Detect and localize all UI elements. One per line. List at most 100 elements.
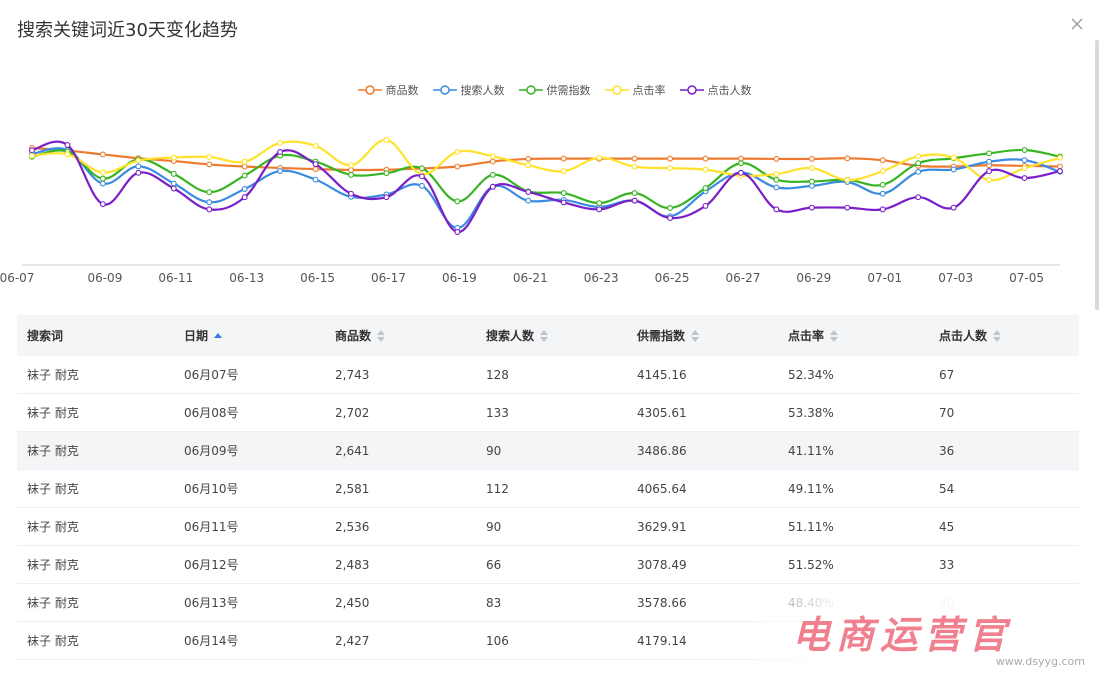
data-point[interactable]	[277, 140, 284, 146]
legend-item-products[interactable]: 商品数	[357, 80, 419, 100]
column-header-products[interactable]: 商品数	[325, 327, 476, 344]
data-point[interactable]	[489, 153, 496, 160]
column-header-clickers[interactable]: 点击人数	[929, 327, 1079, 344]
data-point[interactable]	[596, 206, 603, 213]
data-point[interactable]	[170, 170, 177, 177]
data-point[interactable]	[525, 162, 532, 169]
data-point[interactable]	[986, 150, 993, 157]
data-point[interactable]	[206, 154, 213, 160]
legend-item-searchers[interactable]: 搜索人数	[432, 80, 505, 100]
data-point[interactable]	[560, 199, 567, 206]
data-point[interactable]	[560, 190, 567, 197]
data-point[interactable]	[241, 172, 248, 179]
data-point[interactable]	[348, 171, 354, 178]
data-point[interactable]	[773, 176, 780, 183]
data-point[interactable]	[312, 166, 319, 173]
data-point[interactable]	[844, 204, 851, 211]
data-point[interactable]	[454, 148, 461, 155]
data-point[interactable]	[135, 169, 142, 176]
data-point[interactable]	[738, 155, 744, 162]
data-point[interactable]	[206, 199, 213, 206]
data-point[interactable]	[950, 204, 957, 211]
data-point[interactable]	[986, 168, 993, 175]
data-point[interactable]	[986, 158, 993, 165]
data-point[interactable]	[29, 147, 35, 154]
data-point[interactable]	[808, 155, 815, 162]
data-point[interactable]	[99, 180, 106, 187]
column-header-searchers[interactable]: 搜索人数	[476, 327, 627, 344]
data-point[interactable]	[383, 170, 390, 177]
data-point[interactable]	[631, 197, 638, 204]
sort-icon[interactable]	[691, 329, 700, 342]
data-point[interactable]	[312, 142, 319, 149]
data-point[interactable]	[631, 155, 638, 162]
data-point[interactable]	[915, 168, 922, 175]
data-point[interactable]	[383, 137, 390, 143]
data-point[interactable]	[667, 205, 674, 211]
data-point[interactable]	[773, 206, 780, 213]
data-point[interactable]	[525, 155, 532, 162]
data-point[interactable]	[1021, 165, 1028, 172]
data-point[interactable]	[241, 186, 248, 192]
data-point[interactable]	[418, 182, 425, 189]
data-point[interactable]	[773, 184, 780, 191]
sort-icon[interactable]	[830, 329, 839, 342]
data-point[interactable]	[808, 204, 815, 211]
sort-icon[interactable]	[993, 329, 1002, 342]
data-point[interactable]	[702, 155, 709, 162]
data-point[interactable]	[241, 163, 248, 170]
table-row[interactable]: 袜子 耐克 06月10号 2,581 112 4065.64 49.11% 54	[17, 470, 1079, 508]
data-point[interactable]	[277, 168, 284, 175]
column-header-date[interactable]: 日期	[174, 327, 325, 344]
data-point[interactable]	[1057, 154, 1063, 161]
data-point[interactable]	[915, 160, 922, 167]
data-point[interactable]	[525, 189, 532, 195]
data-point[interactable]	[738, 160, 744, 167]
sort-icon[interactable]	[377, 329, 386, 342]
data-point[interactable]	[383, 194, 390, 201]
sort-icon[interactable]	[540, 329, 549, 342]
table-row[interactable]: 袜子 耐克 06月09号 2,641 90 3486.86 41.11% 36	[17, 432, 1079, 470]
data-point[interactable]	[64, 142, 71, 148]
data-point[interactable]	[99, 201, 106, 208]
table-row[interactable]: 袜子 耐克 06月07号 2,743 128 4145.16 52.34% 67	[17, 356, 1079, 394]
data-point[interactable]	[170, 180, 177, 187]
data-point[interactable]	[206, 161, 213, 168]
data-point[interactable]	[879, 181, 886, 188]
data-point[interactable]	[99, 169, 106, 176]
data-point[interactable]	[808, 178, 815, 185]
data-point[interactable]	[241, 158, 248, 165]
data-point[interactable]	[808, 165, 815, 172]
data-point[interactable]	[702, 166, 709, 173]
legend-item-clickers[interactable]: 点击人数	[679, 80, 752, 100]
data-point[interactable]	[596, 200, 603, 206]
data-point[interactable]	[667, 165, 674, 172]
data-point[interactable]	[454, 163, 461, 170]
data-point[interactable]	[135, 163, 142, 170]
data-point[interactable]	[844, 177, 851, 183]
data-point[interactable]	[1021, 147, 1028, 153]
data-point[interactable]	[348, 167, 354, 173]
data-point[interactable]	[135, 157, 142, 164]
data-point[interactable]	[489, 158, 496, 165]
data-point[interactable]	[596, 154, 603, 161]
table-row[interactable]: 袜子 耐克 06月13号 2,450 83 3578.66 48.40% 40	[17, 584, 1079, 622]
sort-asc-icon[interactable]	[214, 330, 223, 342]
data-point[interactable]	[1057, 168, 1063, 175]
data-point[interactable]	[418, 165, 425, 172]
data-point[interactable]	[738, 169, 744, 176]
data-point[interactable]	[241, 194, 248, 201]
data-point[interactable]	[206, 206, 213, 213]
data-point[interactable]	[312, 161, 319, 168]
data-point[interactable]	[915, 153, 922, 160]
data-point[interactable]	[879, 190, 886, 197]
data-point[interactable]	[418, 173, 425, 180]
data-point[interactable]	[64, 151, 71, 158]
data-point[interactable]	[702, 202, 709, 209]
data-point[interactable]	[29, 152, 35, 159]
data-point[interactable]	[454, 229, 461, 235]
data-point[interactable]	[170, 185, 177, 192]
data-point[interactable]	[631, 163, 638, 170]
data-point[interactable]	[950, 166, 957, 173]
data-point[interactable]	[773, 155, 780, 162]
